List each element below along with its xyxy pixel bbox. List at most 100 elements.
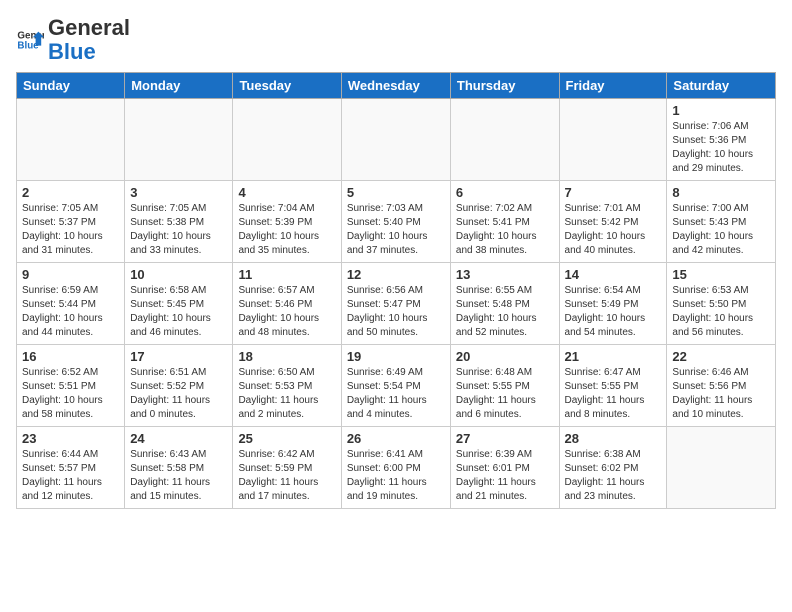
- calendar-cell: 17 Sunrise: 6:51 AMSunset: 5:52 PMDayligh…: [125, 345, 233, 427]
- day-info: Sunrise: 6:51 AMSunset: 5:52 PMDaylight:…: [130, 366, 227, 422]
- day-info: Sunrise: 7:03 AMSunset: 5:40 PMDaylight:…: [347, 202, 445, 258]
- day-number: 9: [22, 267, 119, 282]
- day-number: 15: [672, 267, 770, 282]
- day-number: 11: [238, 267, 335, 282]
- day-number: 19: [347, 349, 445, 364]
- day-info: Sunrise: 6:52 AMSunset: 5:51 PMDaylight:…: [22, 366, 119, 422]
- calendar-week-2: 2 Sunrise: 7:05 AMSunset: 5:37 PMDaylight…: [17, 181, 776, 263]
- logo-icon: General Blue: [16, 26, 44, 54]
- day-number: 14: [565, 267, 662, 282]
- day-number: 6: [456, 185, 554, 200]
- calendar-cell: 18 Sunrise: 6:50 AMSunset: 5:53 PMDayligh…: [233, 345, 341, 427]
- calendar-cell: [559, 99, 667, 181]
- day-info: Sunrise: 6:49 AMSunset: 5:54 PMDaylight:…: [347, 366, 445, 422]
- calendar-week-5: 23 Sunrise: 6:44 AMSunset: 5:57 PMDayligh…: [17, 427, 776, 509]
- calendar-cell: 11Sunrise: 6:57 AMSunset: 5:46 PMDayligh…: [233, 263, 341, 345]
- calendar-cell: [125, 99, 233, 181]
- day-number: 5: [347, 185, 445, 200]
- day-info: Sunrise: 6:56 AMSunset: 5:47 PMDaylight:…: [347, 284, 445, 340]
- calendar-week-3: 9 Sunrise: 6:59 AMSunset: 5:44 PMDaylight…: [17, 263, 776, 345]
- calendar-cell: [450, 99, 559, 181]
- day-info: Sunrise: 6:53 AMSunset: 5:50 PMDaylight:…: [672, 284, 770, 340]
- day-info: Sunrise: 7:04 AMSunset: 5:39 PMDaylight:…: [238, 202, 335, 258]
- calendar-cell: 16 Sunrise: 6:52 AMSunset: 5:51 PMDayligh…: [17, 345, 125, 427]
- calendar-cell: 19 Sunrise: 6:49 AMSunset: 5:54 PMDayligh…: [341, 345, 450, 427]
- day-info: Sunrise: 7:05 AMSunset: 5:38 PMDaylight:…: [130, 202, 227, 258]
- calendar-cell: 5 Sunrise: 7:03 AMSunset: 5:40 PMDaylight…: [341, 181, 450, 263]
- day-info: Sunrise: 6:39 AMSunset: 6:01 PMDaylight:…: [456, 448, 554, 504]
- day-number: 25: [238, 431, 335, 446]
- day-number: 28: [565, 431, 662, 446]
- calendar-cell: 6 Sunrise: 7:02 AMSunset: 5:41 PMDaylight…: [450, 181, 559, 263]
- calendar-cell: [667, 427, 776, 509]
- day-number: 21: [565, 349, 662, 364]
- calendar-cell: 2 Sunrise: 7:05 AMSunset: 5:37 PMDaylight…: [17, 181, 125, 263]
- day-number: 27: [456, 431, 554, 446]
- day-number: 10: [130, 267, 227, 282]
- weekday-header-wednesday: Wednesday: [341, 73, 450, 99]
- day-info: Sunrise: 6:55 AMSunset: 5:48 PMDaylight:…: [456, 284, 554, 340]
- calendar-cell: [17, 99, 125, 181]
- weekday-header-saturday: Saturday: [667, 73, 776, 99]
- day-number: 26: [347, 431, 445, 446]
- day-info: Sunrise: 7:06 AMSunset: 5:36 PMDaylight:…: [672, 120, 770, 176]
- calendar-cell: 24 Sunrise: 6:43 AMSunset: 5:58 PMDayligh…: [125, 427, 233, 509]
- day-info: Sunrise: 6:47 AMSunset: 5:55 PMDaylight:…: [565, 366, 662, 422]
- calendar-cell: 15 Sunrise: 6:53 AMSunset: 5:50 PMDayligh…: [667, 263, 776, 345]
- day-number: 17: [130, 349, 227, 364]
- weekday-header-tuesday: Tuesday: [233, 73, 341, 99]
- day-number: 13: [456, 267, 554, 282]
- calendar-cell: 12 Sunrise: 6:56 AMSunset: 5:47 PMDayligh…: [341, 263, 450, 345]
- day-number: 12: [347, 267, 445, 282]
- calendar-table: SundayMondayTuesdayWednesdayThursdayFrid…: [16, 72, 776, 509]
- calendar-cell: 28 Sunrise: 6:38 AMSunset: 6:02 PMDayligh…: [559, 427, 667, 509]
- calendar-cell: 26Sunrise: 6:41 AMSunset: 6:00 PMDayligh…: [341, 427, 450, 509]
- calendar-cell: [341, 99, 450, 181]
- weekday-header-row: SundayMondayTuesdayWednesdayThursdayFrid…: [17, 73, 776, 99]
- calendar-cell: 8 Sunrise: 7:00 AMSunset: 5:43 PMDaylight…: [667, 181, 776, 263]
- calendar-week-4: 16 Sunrise: 6:52 AMSunset: 5:51 PMDayligh…: [17, 345, 776, 427]
- day-info: Sunrise: 6:42 AMSunset: 5:59 PMDaylight:…: [238, 448, 335, 504]
- day-info: Sunrise: 7:01 AMSunset: 5:42 PMDaylight:…: [565, 202, 662, 258]
- calendar-cell: 10 Sunrise: 6:58 AMSunset: 5:45 PMDayligh…: [125, 263, 233, 345]
- weekday-header-friday: Friday: [559, 73, 667, 99]
- day-number: 24: [130, 431, 227, 446]
- day-info: Sunrise: 6:44 AMSunset: 5:57 PMDaylight:…: [22, 448, 119, 504]
- day-number: 2: [22, 185, 119, 200]
- calendar-cell: 13 Sunrise: 6:55 AMSunset: 5:48 PMDayligh…: [450, 263, 559, 345]
- day-info: Sunrise: 6:54 AMSunset: 5:49 PMDaylight:…: [565, 284, 662, 340]
- calendar-cell: 27 Sunrise: 6:39 AMSunset: 6:01 PMDayligh…: [450, 427, 559, 509]
- day-info: Sunrise: 7:00 AMSunset: 5:43 PMDaylight:…: [672, 202, 770, 258]
- day-info: Sunrise: 6:43 AMSunset: 5:58 PMDaylight:…: [130, 448, 227, 504]
- weekday-header-thursday: Thursday: [450, 73, 559, 99]
- day-info: Sunrise: 6:38 AMSunset: 6:02 PMDaylight:…: [565, 448, 662, 504]
- day-number: 4: [238, 185, 335, 200]
- page-header: General Blue General Blue: [16, 16, 776, 64]
- day-info: Sunrise: 6:58 AMSunset: 5:45 PMDaylight:…: [130, 284, 227, 340]
- day-info: Sunrise: 6:46 AMSunset: 5:56 PMDaylight:…: [672, 366, 770, 422]
- logo: General Blue General Blue: [16, 16, 130, 64]
- calendar-cell: 3 Sunrise: 7:05 AMSunset: 5:38 PMDaylight…: [125, 181, 233, 263]
- calendar-cell: 1Sunrise: 7:06 AMSunset: 5:36 PMDaylight…: [667, 99, 776, 181]
- day-number: 18: [238, 349, 335, 364]
- calendar-cell: 9 Sunrise: 6:59 AMSunset: 5:44 PMDaylight…: [17, 263, 125, 345]
- day-info: Sunrise: 7:02 AMSunset: 5:41 PMDaylight:…: [456, 202, 554, 258]
- weekday-header-monday: Monday: [125, 73, 233, 99]
- day-number: 16: [22, 349, 119, 364]
- day-info: Sunrise: 6:59 AMSunset: 5:44 PMDaylight:…: [22, 284, 119, 340]
- day-number: 8: [672, 185, 770, 200]
- day-info: Sunrise: 6:50 AMSunset: 5:53 PMDaylight:…: [238, 366, 335, 422]
- day-number: 7: [565, 185, 662, 200]
- calendar-cell: 20Sunrise: 6:48 AMSunset: 5:55 PMDayligh…: [450, 345, 559, 427]
- calendar-cell: 7 Sunrise: 7:01 AMSunset: 5:42 PMDaylight…: [559, 181, 667, 263]
- calendar-cell: 21 Sunrise: 6:47 AMSunset: 5:55 PMDayligh…: [559, 345, 667, 427]
- calendar-cell: 14 Sunrise: 6:54 AMSunset: 5:49 PMDayligh…: [559, 263, 667, 345]
- calendar-cell: 23 Sunrise: 6:44 AMSunset: 5:57 PMDayligh…: [17, 427, 125, 509]
- calendar-cell: 25 Sunrise: 6:42 AMSunset: 5:59 PMDayligh…: [233, 427, 341, 509]
- calendar-week-1: 1Sunrise: 7:06 AMSunset: 5:36 PMDaylight…: [17, 99, 776, 181]
- calendar-cell: [233, 99, 341, 181]
- day-number: 3: [130, 185, 227, 200]
- day-number: 23: [22, 431, 119, 446]
- day-info: Sunrise: 7:05 AMSunset: 5:37 PMDaylight:…: [22, 202, 119, 258]
- logo-text: General Blue: [48, 16, 130, 64]
